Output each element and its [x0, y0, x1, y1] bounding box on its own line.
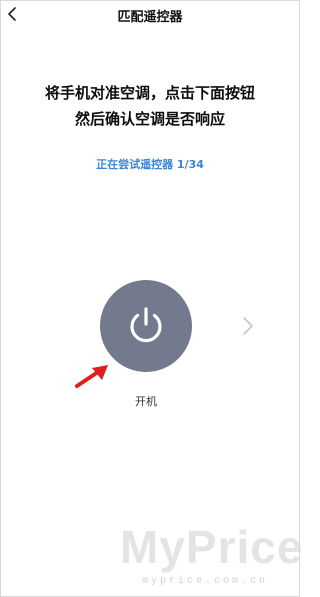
watermark-brand: MyPrice [120, 521, 304, 573]
power-label: 开机 [135, 395, 157, 408]
power-icon [130, 307, 162, 343]
instruction-text: 将手机对准空调，点击下面按钮 然后确认空调是否响应 [0, 80, 300, 132]
watermark-url: myprice.com.cn [142, 576, 269, 587]
instruction-line-2: 然后确认空调是否响应 [74, 110, 225, 128]
page-title: 匹配遥控器 [117, 10, 183, 25]
red-arrow-icon [75, 365, 108, 388]
power-button[interactable] [100, 280, 192, 372]
instruction-line-1: 将手机对准空调，点击下面按钮 [44, 84, 255, 102]
watermark: MyPrice myprice.com.cn [120, 520, 304, 596]
chevron-right-icon [243, 317, 253, 335]
next-remote-button[interactable] [238, 313, 258, 339]
trying-status: 正在尝试遥控器 1/34 [96, 158, 204, 171]
nav-bar: 匹配遥控器 [0, 0, 300, 30]
